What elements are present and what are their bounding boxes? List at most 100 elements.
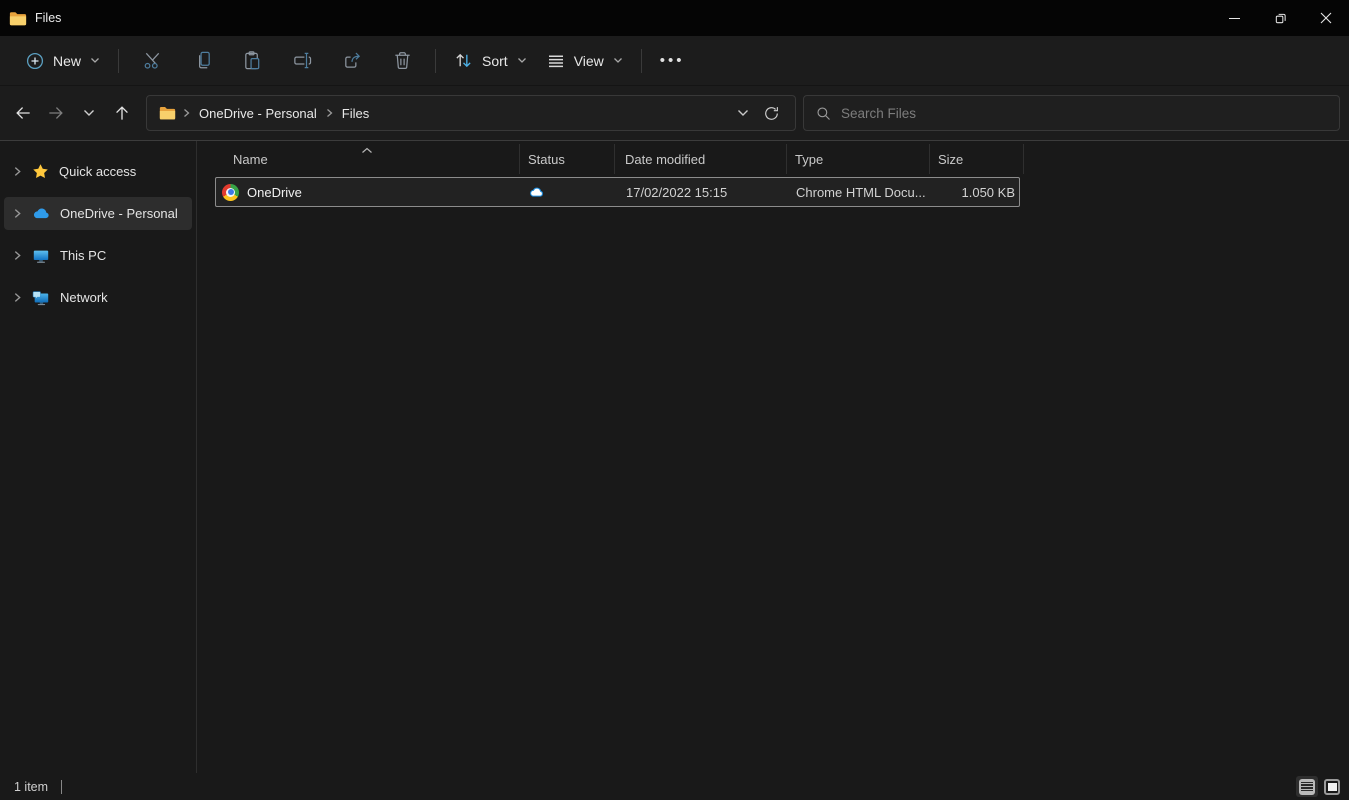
delete-button[interactable] <box>381 42 423 80</box>
refresh-icon <box>763 105 780 122</box>
window-title: Files <box>35 11 61 25</box>
chevron-down-icon <box>517 57 527 64</box>
folder-icon <box>159 106 176 120</box>
file-list-pane: Name Status Date modified Type Size OneD… <box>197 141 1349 773</box>
file-status-cell <box>521 186 616 198</box>
file-size: 1.050 KB <box>931 185 1021 200</box>
sort-button[interactable]: Sort <box>444 44 537 77</box>
toolbar-separator <box>641 49 642 73</box>
sidebar-item-label: This PC <box>60 248 106 263</box>
new-button-label: New <box>53 53 81 69</box>
more-options-button[interactable]: ••• <box>650 46 695 75</box>
arrow-up-icon <box>112 103 132 123</box>
column-header-type[interactable]: Type <box>787 144 930 174</box>
ellipsis-icon: ••• <box>660 53 685 68</box>
breadcrumb-files[interactable]: Files <box>340 102 371 125</box>
network-icon <box>32 289 50 307</box>
column-header-date-modified[interactable]: Date modified <box>615 144 787 174</box>
new-plus-icon <box>26 52 44 70</box>
large-icons-view-toggle[interactable] <box>1321 776 1343 797</box>
chevron-down-icon <box>613 57 623 64</box>
restore-icon <box>1274 12 1287 25</box>
column-header-name[interactable]: Name <box>197 144 520 174</box>
column-header-status[interactable]: Status <box>520 144 615 174</box>
toolbar-separator <box>435 49 436 73</box>
copy-button[interactable] <box>181 42 223 80</box>
refresh-button[interactable] <box>757 99 785 127</box>
breadcrumb-onedrive-personal[interactable]: OneDrive - Personal <box>197 102 319 125</box>
toolbar-separator <box>118 49 119 73</box>
file-type: Chrome HTML Docu... <box>788 185 931 200</box>
star-icon <box>32 163 49 180</box>
paste-icon <box>242 50 263 71</box>
chevron-right-icon <box>13 166 22 177</box>
search-box <box>803 95 1340 131</box>
large-icons-view-icon <box>1324 779 1340 795</box>
sort-button-label: Sort <box>482 53 508 69</box>
sidebar-item-label: OneDrive - Personal <box>60 206 178 221</box>
breadcrumb-chevron-icon <box>326 108 333 118</box>
file-row-onedrive[interactable]: OneDrive 17/02/2022 15:15 Chrome HTML Do… <box>215 177 1020 207</box>
statusbar-divider <box>61 780 62 794</box>
navigation-pane: Quick access OneDrive - Personal This PC <box>0 141 197 773</box>
arrow-left-icon <box>13 103 33 123</box>
details-view-icon <box>1299 779 1315 795</box>
breadcrumb-bar[interactable]: OneDrive - Personal Files <box>146 95 796 131</box>
view-button-label: View <box>574 53 604 69</box>
forward-button[interactable] <box>39 97 72 130</box>
sidebar-item-quick-access[interactable]: Quick access <box>4 155 192 188</box>
folder-icon <box>9 11 27 26</box>
sidebar-item-onedrive-personal[interactable]: OneDrive - Personal <box>4 197 192 230</box>
details-view-toggle[interactable] <box>1296 776 1318 797</box>
cut-button[interactable] <box>131 42 173 80</box>
sidebar-item-label: Network <box>60 290 108 305</box>
up-button[interactable] <box>105 97 138 130</box>
titlebar: Files <box>0 0 1349 36</box>
chevron-down-icon <box>737 109 749 117</box>
restore-button[interactable] <box>1257 0 1303 36</box>
search-input[interactable] <box>841 106 1329 121</box>
rename-button[interactable] <box>281 42 323 80</box>
address-dropdown-button[interactable] <box>729 99 757 127</box>
arrow-right-icon <box>46 103 66 123</box>
back-button[interactable] <box>6 97 39 130</box>
main-area: Quick access OneDrive - Personal This PC <box>0 140 1349 773</box>
status-bar: 1 item <box>0 773 1349 800</box>
chevron-down-icon <box>83 109 95 117</box>
share-button[interactable] <box>331 42 373 80</box>
sidebar-item-network[interactable]: Network <box>4 281 192 314</box>
search-icon <box>816 106 831 121</box>
view-icon <box>547 52 565 70</box>
rename-icon <box>292 50 313 71</box>
sort-ascending-indicator-icon <box>361 141 373 159</box>
onedrive-cloud-icon <box>32 205 50 223</box>
chevron-right-icon <box>13 292 22 303</box>
address-bar: OneDrive - Personal Files <box>0 86 1349 140</box>
cut-icon <box>142 50 163 71</box>
recent-locations-button[interactable] <box>72 97 105 130</box>
sidebar-item-this-pc[interactable]: This PC <box>4 239 192 272</box>
copy-icon <box>192 50 213 71</box>
close-button[interactable] <box>1303 0 1349 36</box>
close-icon <box>1320 12 1332 24</box>
minimize-icon <box>1229 18 1240 19</box>
this-pc-icon <box>32 247 50 265</box>
column-header-size[interactable]: Size <box>930 144 1024 174</box>
sidebar-item-label: Quick access <box>59 164 136 179</box>
chevron-down-icon <box>90 57 100 64</box>
delete-trash-icon <box>392 50 413 71</box>
item-count: 1 item <box>14 780 48 794</box>
file-name: OneDrive <box>247 185 302 200</box>
file-explorer-window: Files New <box>0 0 1349 800</box>
chevron-right-icon <box>13 208 22 219</box>
view-button[interactable]: View <box>537 45 633 77</box>
chrome-icon <box>222 184 239 201</box>
minimize-button[interactable] <box>1211 0 1257 36</box>
command-bar: New <box>0 36 1349 86</box>
cloud-available-online-icon <box>529 186 544 198</box>
new-button[interactable]: New <box>16 45 110 77</box>
titlebar-left: Files <box>0 11 1211 26</box>
column-headers: Name Status Date modified Type Size <box>197 141 1349 177</box>
file-name-cell: OneDrive <box>216 184 521 201</box>
paste-button[interactable] <box>231 42 273 80</box>
